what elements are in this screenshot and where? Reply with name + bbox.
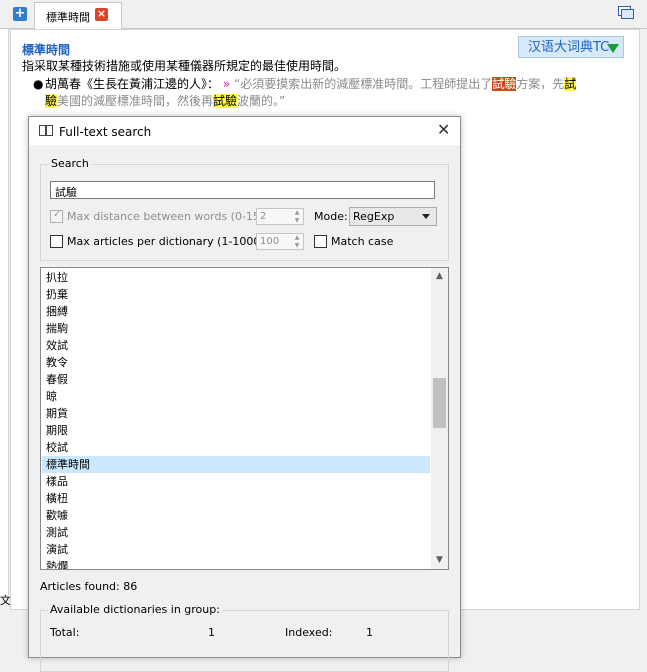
bullet-icon: ● [33, 77, 44, 91]
left-pane-edge [0, 29, 9, 595]
search-hit: 試驗 [213, 94, 238, 108]
dictionary-button-label: 汉语大词典TC [528, 40, 610, 55]
max-articles-spinbox[interactable]: 100 ▲ ▼ [256, 233, 304, 250]
list-item[interactable]: 測試 [42, 524, 430, 541]
example-quote-part: 波蘭的。” [237, 94, 286, 108]
max-distance-spinbox[interactable]: 2 ▲ ▼ [256, 208, 304, 225]
full-text-search-dialog: Full-text search ✕ Search 試驗 ✓ Max dista… [28, 116, 461, 672]
list-item[interactable]: 教令 [42, 354, 430, 371]
tab-label: 標準時間 [46, 11, 90, 24]
book-icon [39, 125, 53, 136]
expand-arrow-icon [607, 44, 619, 53]
list-item[interactable]: 樣品 [42, 473, 430, 490]
add-tab-icon[interactable]: + [13, 7, 27, 21]
max-articles-checkbox[interactable] [50, 235, 63, 248]
list-item[interactable]: 標準時間 [42, 456, 430, 473]
close-tab-icon[interactable]: × [95, 8, 108, 21]
search-input[interactable]: 試驗 [50, 181, 435, 199]
results-list[interactable]: 扒拉 扔棄 捆縛 揣駒 效試 教令 春假晾期貨 期限 校試 標準時間 樣品 橫杻 歡噱 測試 演試 熱爛 ▲ … [40, 267, 449, 570]
spin-down-icon[interactable]: ▼ [292, 217, 302, 224]
example-quote-part: “必須要摸索出新的減壓標准時間。工程師提出了 [234, 77, 493, 91]
results-scrollbar[interactable]: ▲ ▼ [431, 268, 448, 569]
mode-select[interactable]: RegExp [349, 207, 437, 226]
check-icon: ✓ [53, 209, 62, 220]
search-hit: 驗 [45, 94, 58, 108]
example-quote-part: 美國的減壓標准時間，然後再 [57, 94, 214, 108]
match-case-label: Match case [331, 235, 394, 248]
example-link-arrow[interactable]: » [223, 77, 230, 91]
close-icon[interactable]: ✕ [437, 122, 450, 138]
tab-bar: + 標準時間 × [0, 0, 647, 29]
mode-value: RegExp [353, 210, 395, 223]
dictionaries-group [40, 610, 449, 672]
list-item[interactable]: 扔棄 [42, 286, 430, 303]
scroll-up-icon[interactable]: ▲ [431, 268, 448, 285]
tab-standard-time[interactable]: 標準時間 × [34, 2, 122, 29]
window-list-icon[interactable] [618, 6, 634, 20]
results-items: 扒拉 扔棄 捆縛 揣駒 效試 教令 春假晾期貨 期限 校試 標準時間 樣品 橫杻 歡噱 測試 演試 熱爛 [42, 269, 430, 569]
spin-up-icon[interactable]: ▲ [292, 209, 302, 216]
articles-found: Articles found: 86 [40, 580, 138, 593]
total-label: Total: [50, 626, 80, 639]
list-item[interactable]: 揣駒 [42, 320, 430, 337]
example-quote-part: 方案，先 [516, 77, 565, 91]
list-item[interactable]: 效試 [42, 337, 430, 354]
spin-down-icon[interactable]: ▼ [292, 242, 302, 249]
scroll-down-icon[interactable]: ▼ [431, 552, 448, 569]
max-articles-label: Max articles per dictionary (1-10000): [67, 235, 276, 248]
example-source: 胡萬春《生長在黃浦江邊的人》： [45, 77, 220, 91]
dictionary-button[interactable]: 汉语大词典TC [518, 36, 624, 58]
max-articles-value: 100 [260, 236, 280, 247]
list-item[interactable]: 期限 [42, 422, 430, 439]
article-definition: 指采取某種技術措施或使用某種儀器所規定的最佳使用時間。 [22, 59, 347, 73]
list-item[interactable]: 橫杻 [42, 490, 430, 507]
list-item[interactable]: 期貨 [42, 405, 430, 422]
search-hit-current: 試驗 [492, 77, 517, 91]
chevron-down-icon [422, 214, 430, 219]
list-item[interactable]: 歡噱 [42, 507, 430, 524]
total-value: 1 [208, 626, 215, 639]
article-headword: 標準時間 [22, 43, 71, 57]
max-distance-label: Max distance between words (0-15): [67, 210, 268, 223]
list-item[interactable]: 捆縛 [42, 303, 430, 320]
match-case-checkbox[interactable] [314, 235, 327, 248]
search-group-caption: Search [49, 157, 91, 170]
search-hit: 試 [564, 77, 577, 91]
indexed-label: Indexed: [285, 626, 333, 639]
list-item[interactable]: 熱爛 [42, 558, 430, 569]
indexed-value: 1 [366, 626, 373, 639]
max-distance-checkbox[interactable]: ✓ [50, 209, 63, 223]
scrollbar-thumb[interactable] [433, 378, 446, 428]
article-example: ● 胡萬春《生長在黃浦江邊的人》： » “必須要摸索出新的減壓標准時間。工程師提… [33, 76, 623, 110]
list-item[interactable]: 春假 [42, 371, 430, 388]
spin-up-icon[interactable]: ▲ [292, 234, 302, 241]
list-item[interactable]: 晾 [42, 388, 430, 405]
mode-label: Mode: [314, 210, 348, 223]
list-item[interactable]: 演試 [42, 541, 430, 558]
dictionaries-group-caption: Available dictionaries in group: [48, 603, 222, 616]
dialog-title-bar[interactable]: Full-text search ✕ [29, 117, 460, 145]
dialog-title: Full-text search [59, 125, 152, 139]
list-item[interactable]: 扒拉 [42, 269, 430, 286]
max-distance-value: 2 [260, 211, 267, 222]
list-item[interactable]: 校試 [42, 439, 430, 456]
